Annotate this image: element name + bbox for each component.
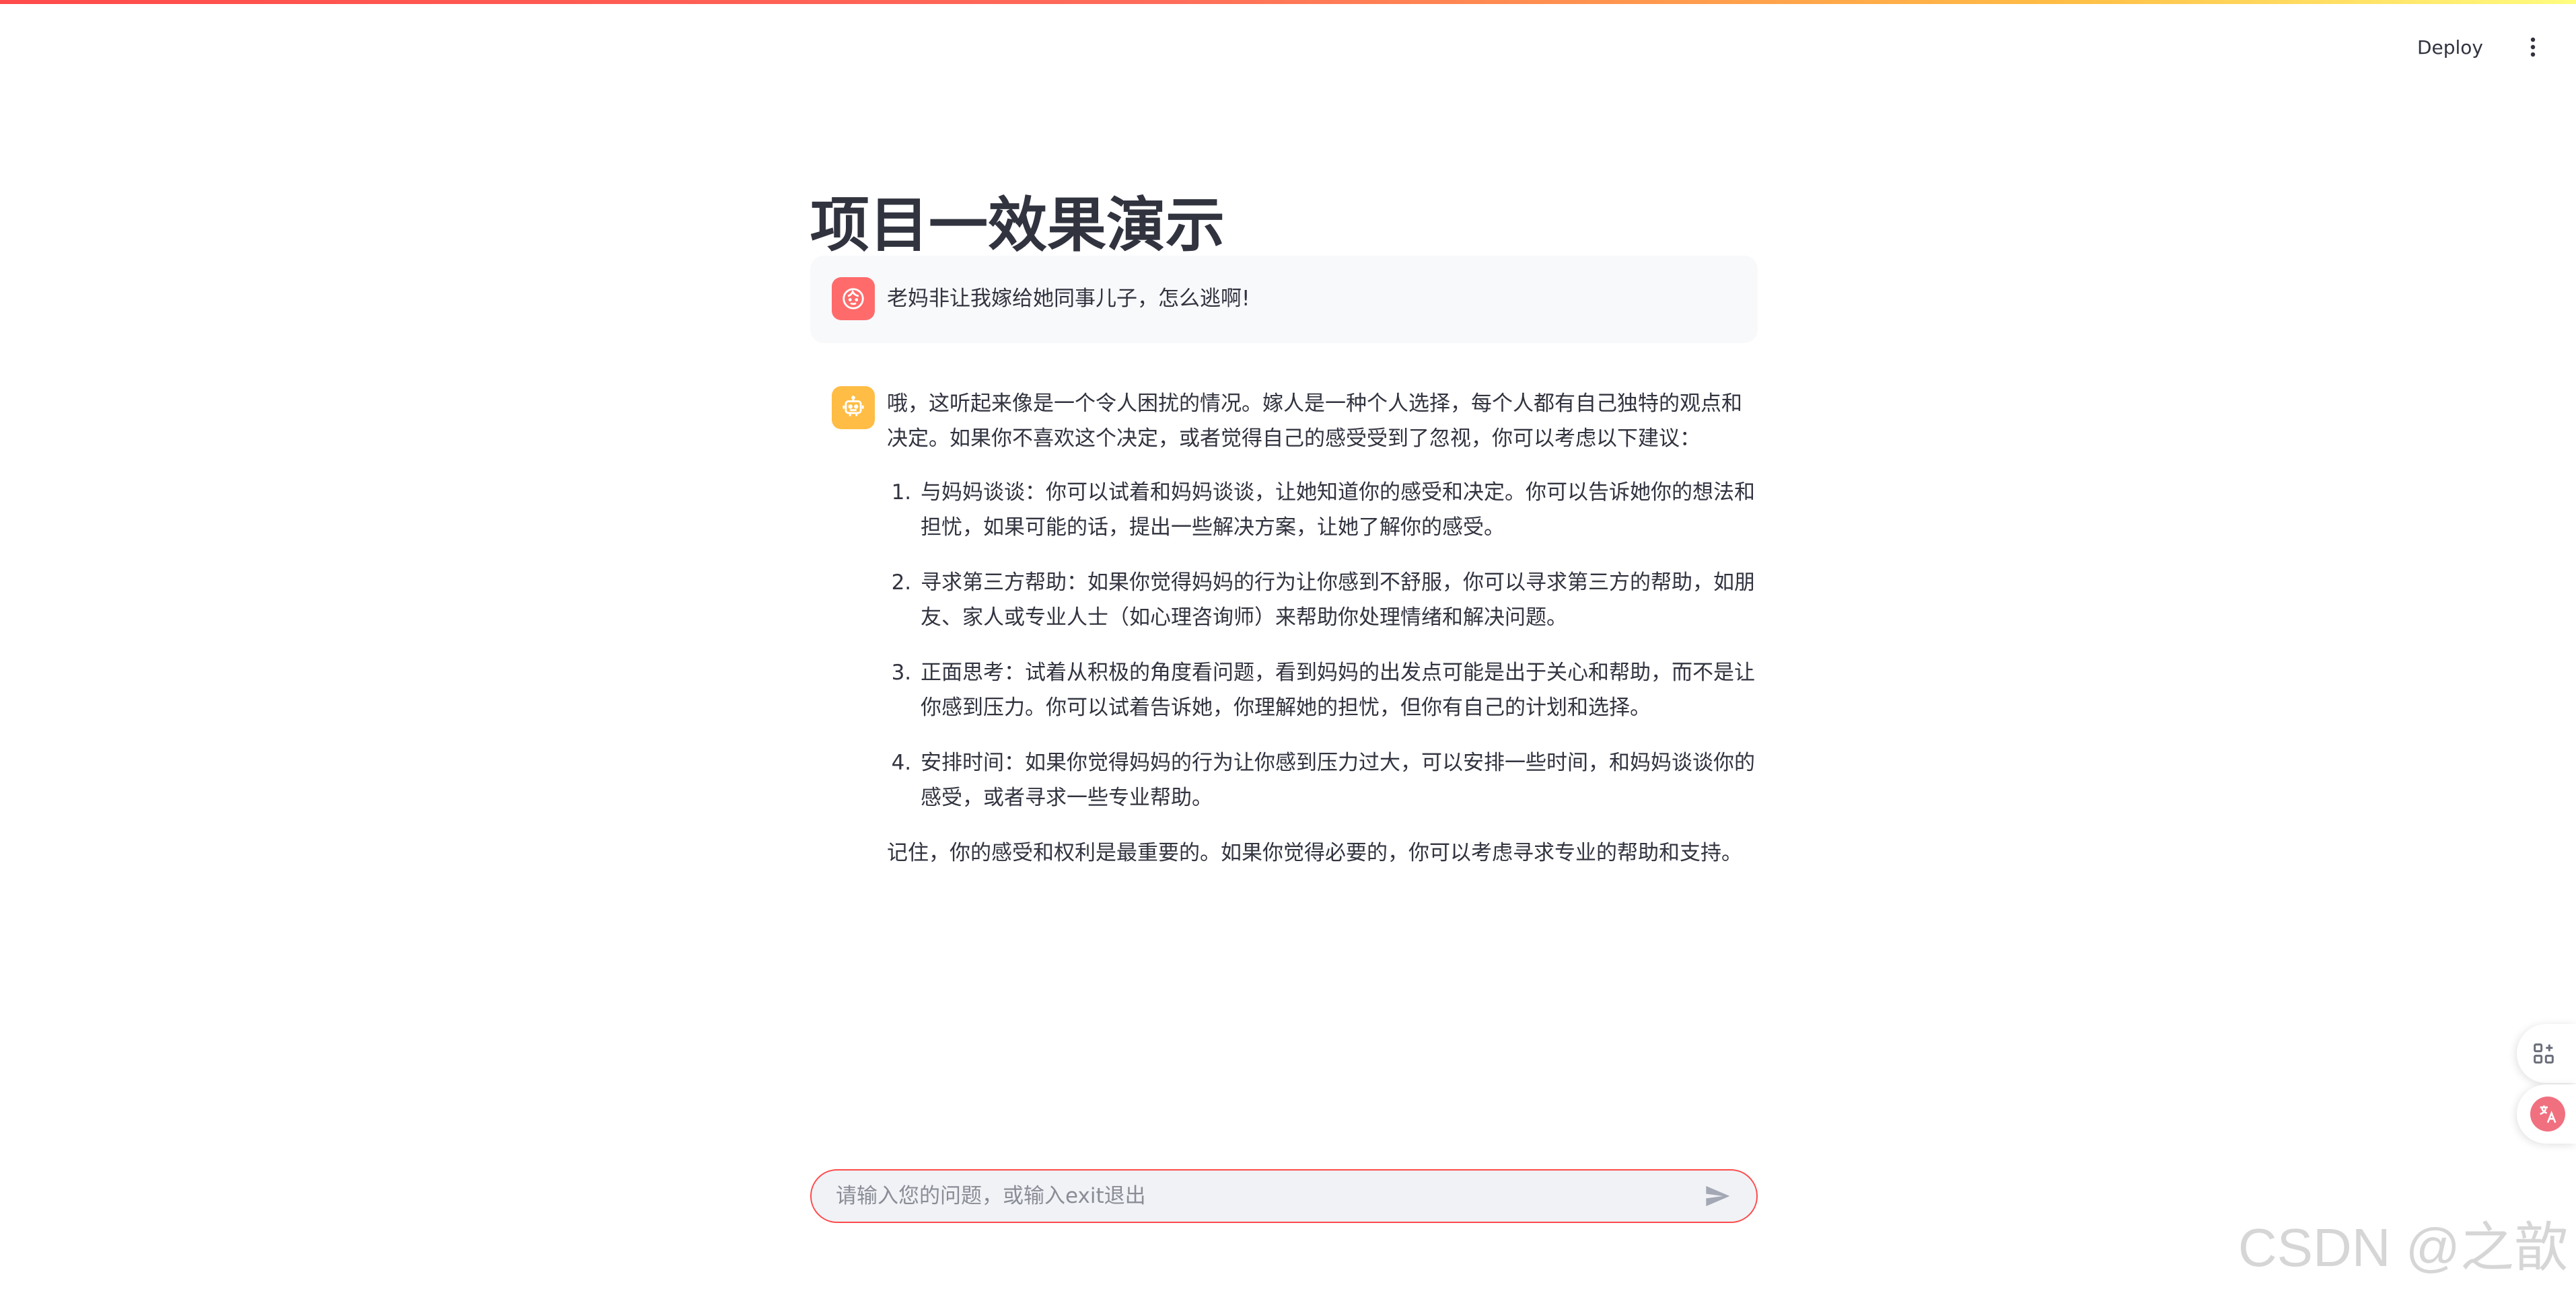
assistant-intro-paragraph: 哦，这听起来像是一个令人困扰的情况。嫁人是一种个人选择，每个人都有自己独特的观点… [887,392,1742,451]
assistant-chat-message: 哦，这听起来像是一个令人困扰的情况。嫁人是一种个人选择，每个人都有自己独特的观点… [810,382,1758,889]
assistant-message-body: 哦，这听起来像是一个令人困扰的情况。嫁人是一种个人选择，每个人都有自己独特的观点… [887,382,1758,889]
chat-input-container [810,1169,1758,1223]
translate-icon [2530,1097,2565,1132]
send-arrow-icon [1706,1186,1730,1206]
translate-button[interactable] [2517,1084,2576,1144]
apps-add-icon [2534,1043,2554,1064]
list-item: 正面思考：试着从积极的角度看问题，看到妈妈的出发点可能是出于关心和帮助，而不是让… [918,655,1758,725]
vertical-ellipsis-icon [2530,37,2536,57]
suggestion-list: 与妈妈谈谈：你可以试着和妈妈谈谈，让她知道你的感受和决定。你可以告诉她你的想法和… [887,475,1758,815]
user-avatar [832,277,875,320]
assistant-closing-paragraph: 记住，你的感受和权利是最重要的。如果你觉得必要的，你可以考虑寻求专业的帮助和支持… [887,841,1742,865]
user-face-icon [843,288,864,309]
user-message-text: 老妈非让我嫁给她同事儿子，怎么逃啊! [887,287,1250,311]
list-item: 安排时间：如果你觉得妈妈的行为让你感到压力过大，可以安排一些时间，和妈妈谈谈你的… [918,745,1758,815]
chat-input[interactable] [834,1183,1698,1209]
watermark: CSDN @之歆 [2238,1218,2568,1277]
page-title: 项目一效果演示 [810,190,1225,260]
deploy-button[interactable]: Deploy [2404,27,2497,68]
list-item: 与妈妈谈谈：你可以试着和妈妈谈谈，让她知道你的感受和决定。你可以告诉她你的想法和… [918,475,1758,545]
assistant-avatar [832,386,875,429]
user-chat-message: 老妈非让我嫁给她同事儿子，怎么逃啊! [810,256,1758,343]
main-menu-button[interactable] [2519,34,2546,61]
robot-icon [843,396,864,416]
app-page: Deploy 项目一效果演示 老妈非让我嫁给她同事儿子，怎么逃啊! 哦，这听起来… [0,0,2576,1297]
send-button[interactable] [1698,1177,1736,1215]
apps-add-button[interactable] [2517,1024,2576,1083]
app-header: Deploy [2172,0,2576,94]
list-item: 寻求第三方帮助：如果你觉得妈妈的行为让你感到不舒服，你可以寻求第三方的帮助，如朋… [918,565,1758,635]
